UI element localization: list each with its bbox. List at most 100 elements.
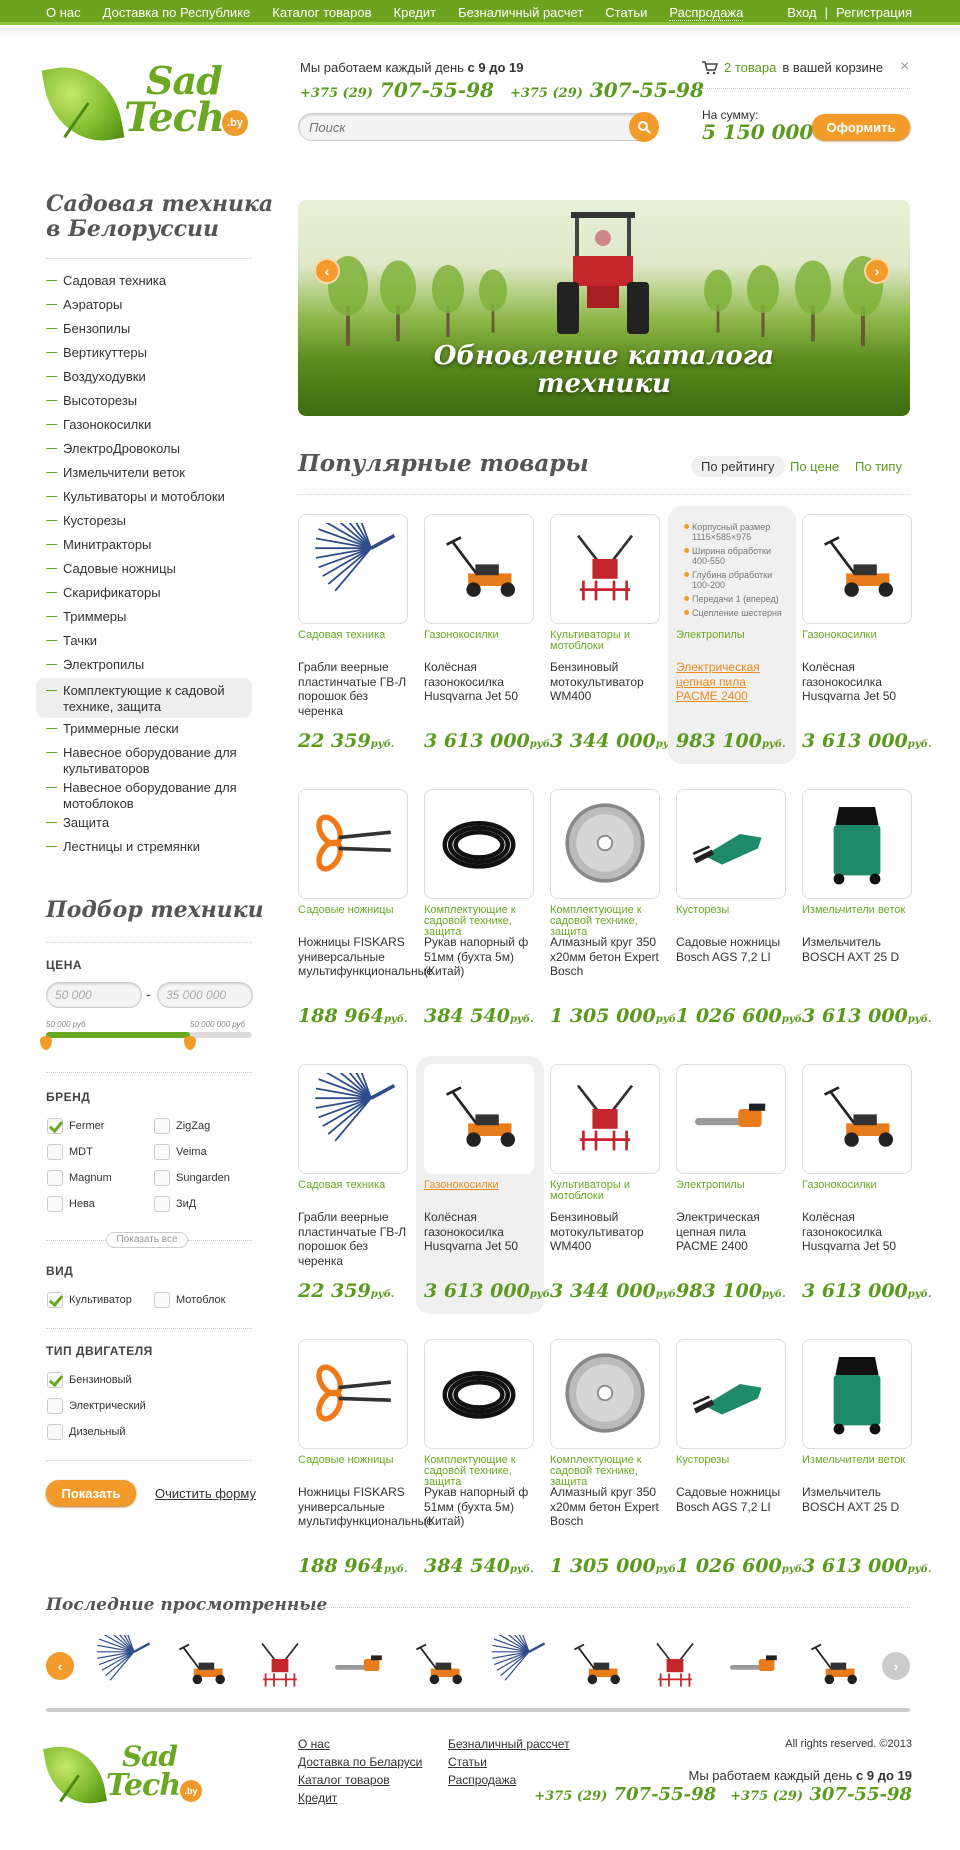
filter-checkbox[interactable]: Veima	[154, 1144, 207, 1160]
product-category-link[interactable]: Садовая техника	[298, 630, 413, 641]
checkbox-icon[interactable]	[154, 1170, 170, 1186]
product-image[interactable]	[550, 789, 660, 899]
sort-by-rating[interactable]: По рейтингу	[691, 456, 785, 477]
product-card[interactable]: Корпусный размер 1115×585×975 Ширина обра…	[668, 506, 796, 764]
filter-checkbox[interactable]: Культиватор	[47, 1292, 132, 1308]
product-image[interactable]	[424, 789, 534, 899]
phone-2[interactable]: +375 (29) 307-55-98	[510, 78, 704, 102]
sort-by-type[interactable]: По типу	[845, 456, 912, 477]
sidebar-category-item[interactable]: Минитракторы	[46, 534, 252, 558]
filter-checkbox[interactable]: Magnum	[47, 1170, 112, 1186]
show-all-brands-button[interactable]: Показать все	[106, 1232, 188, 1248]
footer-link[interactable]: Доставка по Беларуси	[298, 1756, 422, 1769]
sidebar-category-item[interactable]: Электропилы	[46, 654, 252, 678]
checkbox-icon[interactable]	[47, 1118, 63, 1134]
product-category-link[interactable]: Культиваторы и мотоблоки	[550, 630, 665, 652]
footer-link[interactable]: О нас	[298, 1738, 422, 1751]
cart-close-icon[interactable]: ×	[900, 58, 909, 76]
sidebar-category-item[interactable]: Вертикуттеры	[46, 342, 252, 366]
sidebar-category-item[interactable]: Газонокосилки	[46, 414, 252, 438]
product-image[interactable]	[550, 514, 660, 624]
product-image[interactable]	[298, 789, 408, 899]
sidebar-category-item[interactable]: Триммерные лески	[46, 718, 252, 742]
product-name-link[interactable]: Бензиновый мотокультиватор WM400	[550, 1210, 662, 1254]
product-category-link[interactable]: Культиваторы и мотоблоки	[550, 1180, 665, 1202]
recent-item[interactable]	[92, 1616, 152, 1695]
price-to-input[interactable]: 35 000 000	[157, 982, 253, 1008]
checkbox-icon[interactable]	[154, 1292, 170, 1308]
footer-link[interactable]: Статьи	[448, 1756, 570, 1769]
filter-checkbox[interactable]: Дизельный	[47, 1424, 126, 1440]
product-name-link[interactable]: Грабли веерные пластинчатые ГВ-Л порошок…	[298, 660, 410, 718]
product-name-link[interactable]: Грабли веерные пластинчатые ГВ-Л порошок…	[298, 1210, 410, 1268]
sidebar-category-item[interactable]: Навесное оборудование для мотоблоков	[46, 777, 252, 812]
price-slider-max-handle[interactable]	[184, 1036, 197, 1050]
product-image[interactable]	[676, 1064, 786, 1174]
sidebar-category-item[interactable]: Лестницы и стремянки	[46, 836, 252, 860]
product-category-link[interactable]: Электропилы	[676, 630, 791, 641]
sidebar-category-item[interactable]: Комплектующие к садовой технике, защита	[36, 678, 252, 718]
product-image[interactable]	[298, 1339, 408, 1449]
banner-next-arrow[interactable]: ›	[864, 258, 890, 284]
site-logo[interactable]: Sad Tech .by	[41, 58, 256, 158]
register-link[interactable]: Регистрация	[836, 5, 912, 20]
phone-1[interactable]: +375 (29) 707-55-98	[300, 78, 494, 102]
sidebar-category-item[interactable]: Садовые ножницы	[46, 558, 252, 582]
filter-checkbox[interactable]: ZigZag	[154, 1118, 210, 1134]
checkbox-icon[interactable]	[154, 1144, 170, 1160]
recent-item[interactable]	[408, 1635, 468, 1695]
product-category-link[interactable]: Садовые ножницы	[298, 905, 413, 916]
product-name-link[interactable]: Колёсная газонокосилка Husqvarna Jet 50	[424, 660, 536, 704]
top-nav-link[interactable]: Распродажа	[669, 5, 744, 21]
product-name-link[interactable]: Электрическая цепная пила PACME 2400	[676, 660, 788, 704]
product-image[interactable]	[802, 514, 912, 624]
product-category-link[interactable]: Комплектующие к садовой технике, защита	[424, 905, 539, 938]
recent-item[interactable]	[487, 1616, 547, 1695]
product-image[interactable]	[298, 494, 408, 624]
sort-by-price[interactable]: По цене	[780, 456, 849, 477]
product-category-link[interactable]: Комплектующие к садовой технике, защита	[424, 1455, 539, 1488]
search-input[interactable]	[299, 114, 599, 140]
product-name-link[interactable]: Колёсная газонокосилка Husqvarna Jet 50	[802, 660, 914, 704]
product-name-link[interactable]: Ножницы FISKARS универсальные мультифунк…	[298, 1485, 433, 1529]
filter-checkbox[interactable]: Электрический	[47, 1398, 146, 1414]
product-category-link[interactable]: Кусторезы	[676, 905, 791, 916]
apply-filter-button[interactable]: Показать	[46, 1480, 136, 1506]
product-category-link[interactable]: Комплектующие к садовой технике, защита	[550, 905, 665, 938]
product-name-link[interactable]: Рукав напорный ф 51мм (бухта 5м) (Китай)	[424, 935, 536, 979]
product-category-link[interactable]: Газонокосилки	[424, 630, 539, 641]
recent-item[interactable]	[250, 1635, 310, 1695]
top-nav-link[interactable]: Каталог товаров	[272, 5, 371, 20]
product-name-link[interactable]: Алмазный круг 350 x20мм бетон Expert Bos…	[550, 1485, 662, 1529]
product-category-link[interactable]: Электропилы	[676, 1180, 791, 1191]
product-name-link[interactable]: Садовые ножницы Bosch AGS 7,2 LI	[676, 1485, 788, 1514]
product-card[interactable]: Газонокосилки Колёсная газонокосилка Husq…	[416, 1056, 553, 1314]
product-image[interactable]	[802, 789, 912, 899]
sidebar-category-item[interactable]: Навесное оборудование для культиваторов	[46, 742, 252, 777]
filter-checkbox[interactable]: Fermer	[47, 1118, 104, 1134]
recent-item[interactable]	[329, 1635, 389, 1695]
sidebar-category-item[interactable]: Кусторезы	[46, 510, 252, 534]
checkbox-icon[interactable]	[154, 1118, 170, 1134]
footer-link[interactable]: Безналичный рассчет	[448, 1738, 570, 1751]
filter-checkbox[interactable]: Бензиновый	[47, 1372, 132, 1388]
product-image[interactable]	[298, 1044, 408, 1174]
recent-item[interactable]	[724, 1635, 784, 1695]
product-name-link[interactable]: Колёсная газонокосилка Husqvarna Jet 50	[424, 1210, 536, 1254]
product-image[interactable]	[802, 1339, 912, 1449]
product-name-link[interactable]: Алмазный круг 350 x20мм бетон Expert Bos…	[550, 935, 662, 979]
product-name-link[interactable]: Колёсная газонокосилка Husqvarna Jet 50	[802, 1210, 914, 1254]
cart-count-link[interactable]: 2 товара	[724, 60, 776, 75]
footer-phone-1[interactable]: +375 (29) 707-55-98	[534, 1784, 716, 1805]
product-image[interactable]	[424, 1064, 534, 1174]
product-image[interactable]	[550, 1064, 660, 1174]
checkbox-icon[interactable]	[47, 1372, 63, 1388]
recent-item[interactable]	[171, 1635, 231, 1695]
sidebar-category-item[interactable]: Измельчители веток	[46, 462, 252, 486]
checkbox-icon[interactable]	[154, 1196, 170, 1212]
product-category-link[interactable]: Садовые ножницы	[298, 1455, 413, 1466]
product-name-link[interactable]: Электрическая цепная пила PACME 2400	[676, 1210, 788, 1254]
banner-prev-arrow[interactable]: ‹	[314, 258, 340, 284]
product-name-link[interactable]: Рукав напорный ф 51мм (бухта 5м) (Китай)	[424, 1485, 536, 1529]
sidebar-category-item[interactable]: Высоторезы	[46, 390, 252, 414]
